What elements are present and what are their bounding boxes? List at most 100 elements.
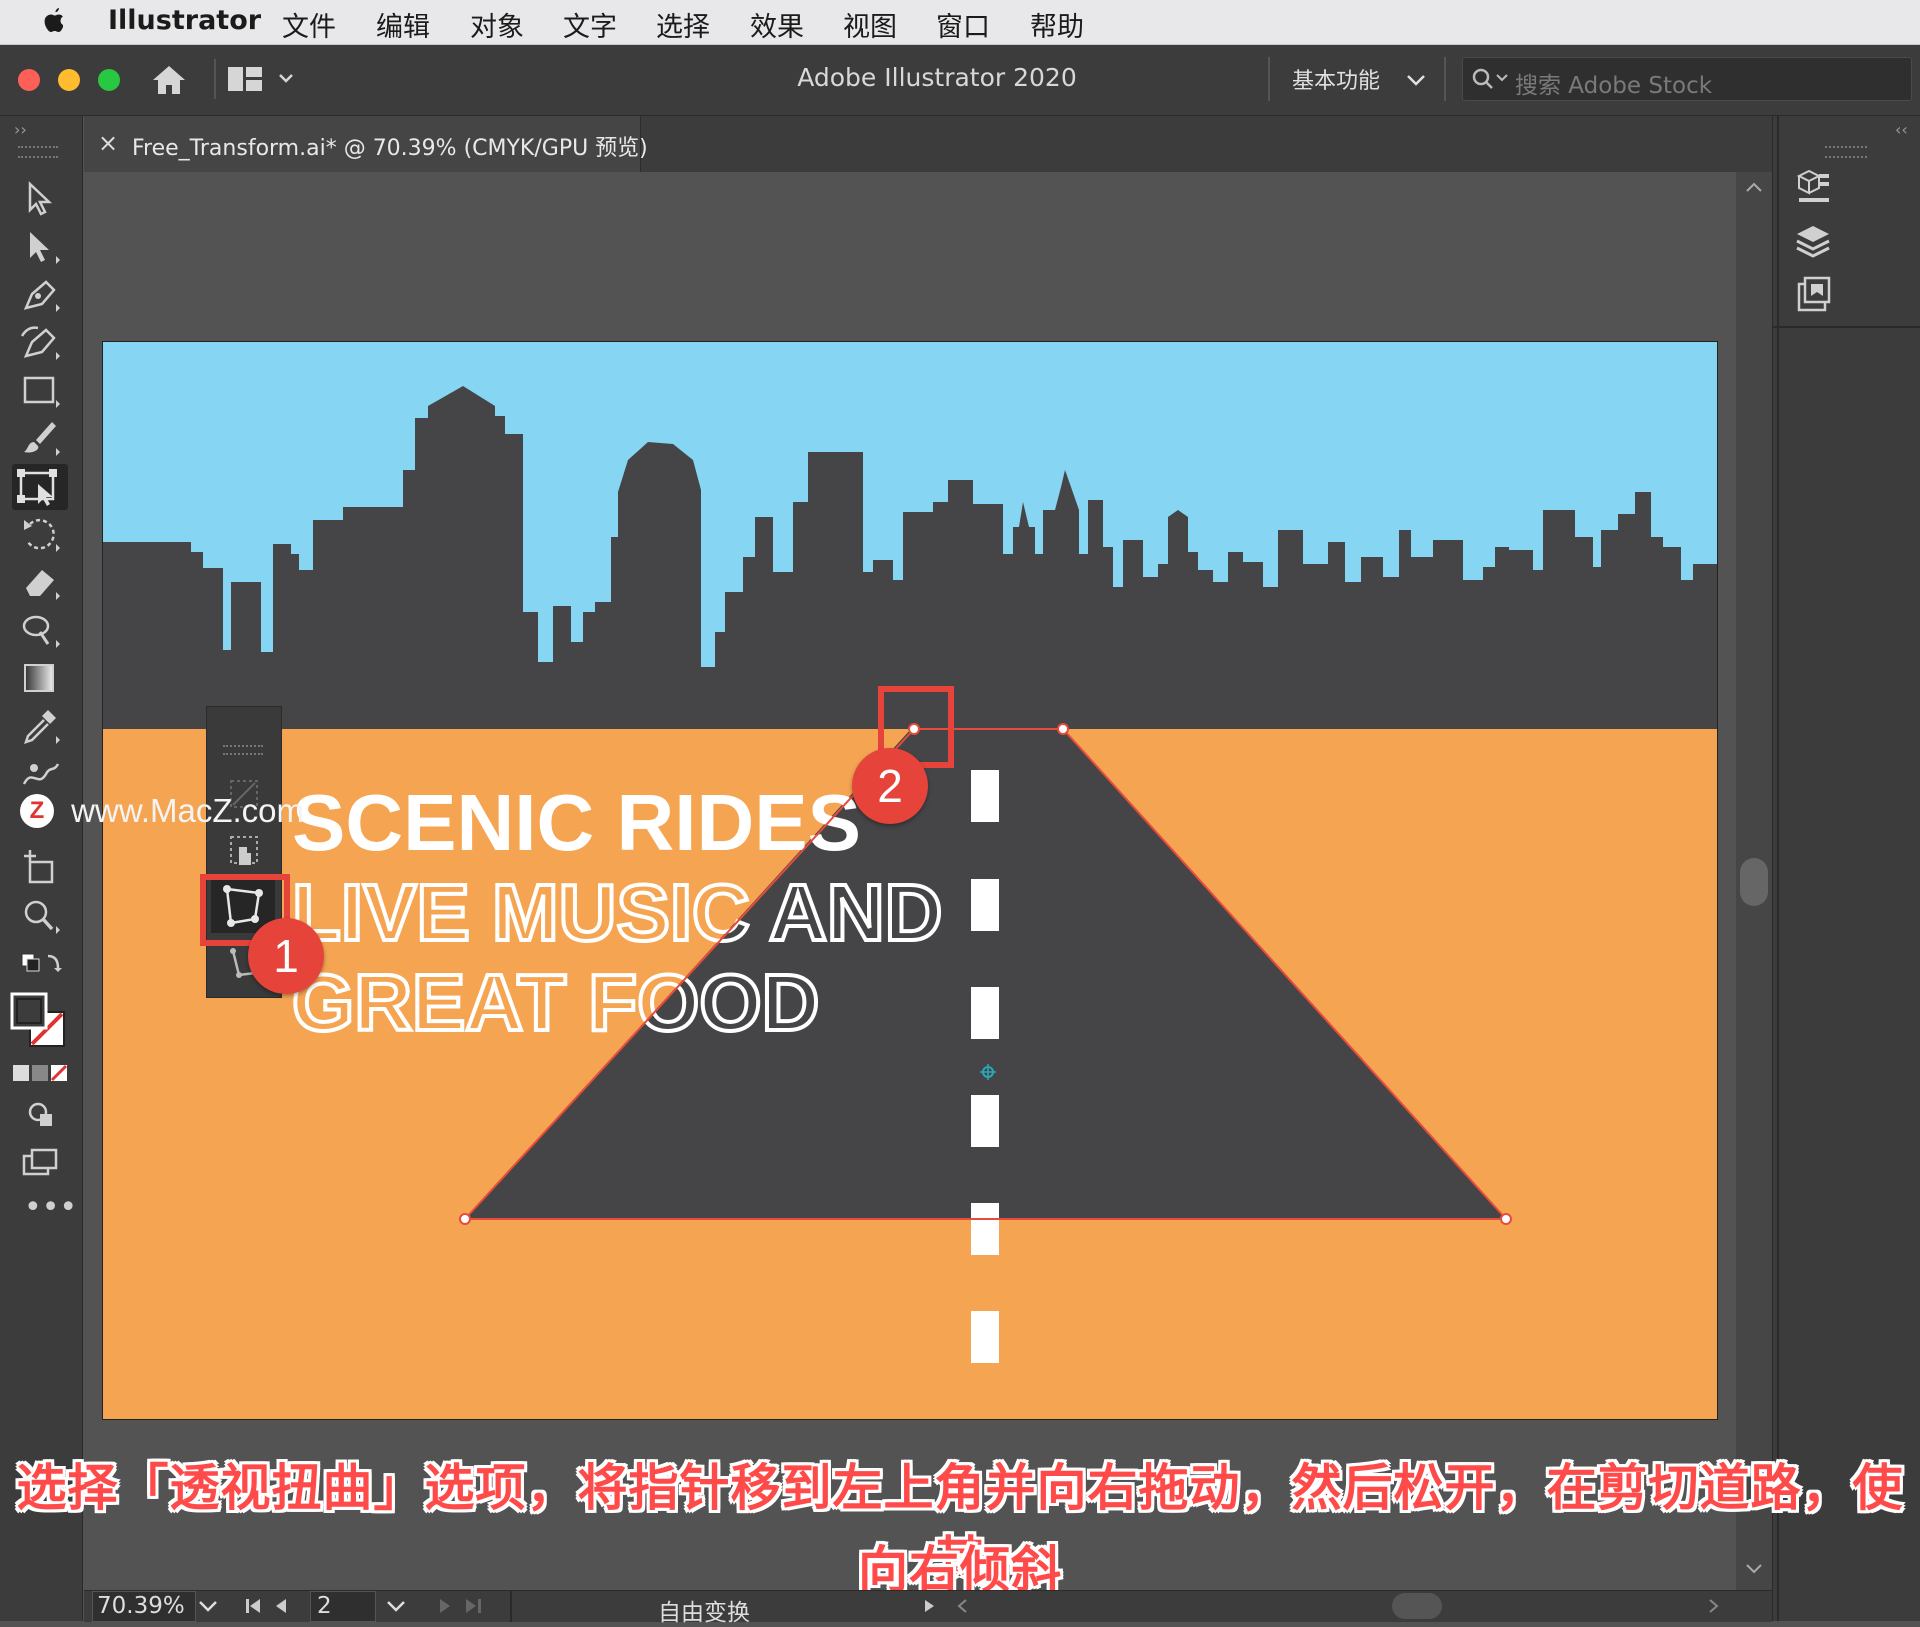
hscroll-right-icon[interactable] [1704, 1597, 1722, 1615]
menu-edit[interactable]: 编辑 [376, 5, 430, 44]
fill-stroke-icon [10, 992, 65, 1047]
pen-tool[interactable] [18, 274, 64, 314]
puppet-warp-tool[interactable] [18, 754, 64, 794]
menu-window[interactable]: 窗口 [936, 5, 990, 44]
collapse-panels-icon[interactable]: ‹‹ [1895, 120, 1908, 139]
document-tab-label: Free_Transform.ai* @ 70.39% (CMYK/GPU 预览… [132, 136, 648, 161]
selection-icon [28, 181, 53, 216]
watermark: Z www.MacZ.com [20, 790, 304, 830]
watermark-text: www.MacZ.com [71, 792, 305, 830]
apple-icon[interactable] [40, 6, 68, 36]
horizontal-scroll-thumb[interactable] [1392, 1593, 1442, 1619]
menu-file[interactable]: 文件 [282, 5, 336, 44]
artboard-dropdown-icon[interactable] [384, 1597, 408, 1615]
rotate-tool[interactable] [18, 514, 64, 554]
fill-stroke-swatches[interactable] [10, 992, 70, 1050]
eyedropper-tool[interactable] [18, 706, 64, 746]
menu-effect[interactable]: 效果 [750, 5, 804, 44]
screen-mode-icon [22, 1148, 58, 1176]
eraser-tool[interactable] [18, 562, 64, 602]
zoom-tool[interactable] [18, 896, 64, 936]
eraser-icon [26, 570, 60, 600]
headline-line-1: SCENIC RIDES [292, 778, 861, 867]
artboard-tool[interactable] [18, 848, 64, 888]
menu-bar: Illustrator 文件 编辑 对象 文字 选择 效果 视图 窗口 帮助 [0, 0, 1920, 45]
callout-badge-2: 2 [852, 748, 928, 824]
paintbrush-tool[interactable] [18, 418, 64, 458]
stock-search-placeholder: 搜索 Adobe Stock [1515, 73, 1713, 99]
gradient-tool[interactable] [18, 658, 64, 698]
rotate-icon [24, 518, 60, 552]
layers-icon[interactable] [1793, 220, 1833, 260]
hscroll-left-icon[interactable] [954, 1597, 972, 1615]
color-gradient-none-icon [13, 1064, 68, 1082]
free-transform-icon [17, 469, 57, 506]
rectangle-icon [23, 376, 60, 408]
menu-type[interactable]: 文字 [563, 5, 617, 44]
gradient-icon [24, 664, 54, 692]
artboards-panel-icon[interactable] [1793, 274, 1833, 314]
toolbar-grip[interactable] [18, 146, 58, 158]
curvature-tool[interactable] [18, 322, 64, 362]
stock-search-field[interactable]: 搜索 Adobe Stock [1462, 57, 1912, 101]
paintbrush-icon [24, 422, 60, 456]
selection-tool[interactable] [18, 178, 64, 218]
artboard[interactable]: SCENIC RIDES LIVE MUSIC AND GREAT FOOD [102, 341, 1718, 1420]
libraries-icon[interactable] [1793, 166, 1833, 206]
puppet-warp-icon [22, 763, 60, 785]
close-tab-icon[interactable]: × [98, 129, 118, 157]
app-title-bar: Adobe Illustrator 2020 基本功能 搜索 Adobe Sto… [0, 45, 1920, 116]
lasso-icon [22, 615, 60, 648]
current-tool-status: 自由变换 [658, 1600, 750, 1626]
panel-grip[interactable] [1825, 146, 1867, 158]
status-menu-icon[interactable] [920, 1597, 938, 1615]
handle-top-right[interactable] [1057, 723, 1069, 735]
callout-badge-1: 1 [248, 918, 324, 994]
eyedropper-icon [24, 710, 60, 744]
free-transform-sub-icon[interactable] [225, 831, 263, 869]
menu-help[interactable]: 帮助 [1030, 5, 1084, 44]
artboard-icon [24, 850, 54, 884]
edit-toolbar-icon[interactable]: ••• [24, 1193, 77, 1223]
artboard-number-value: 2 [317, 1593, 332, 1619]
direct-selection-tool[interactable] [18, 226, 64, 266]
pen-icon [23, 280, 60, 312]
vertical-scroll-thumb[interactable] [1740, 858, 1768, 906]
direct-selection-icon [30, 232, 60, 264]
search-icon [1472, 68, 1508, 89]
workspace-switcher[interactable]: 基本功能 [1292, 63, 1427, 95]
free-transform-tool-active[interactable] [12, 464, 68, 510]
zoom-icon [24, 900, 60, 934]
widget-grip[interactable] [223, 745, 263, 755]
document-tab[interactable]: × Free_Transform.ai* @ 70.39% (CMYK/GPU … [84, 116, 648, 172]
menu-select[interactable]: 选择 [656, 5, 710, 44]
scroll-up-icon[interactable] [1744, 180, 1764, 194]
collapse-toolbar-icon[interactable]: ›› [14, 120, 27, 139]
color-mode-buttons[interactable] [12, 1062, 68, 1084]
screen-mode-tool[interactable] [18, 1142, 64, 1182]
drawing-mode-tool[interactable] [18, 1094, 64, 1134]
handle-bottom-right[interactable] [1500, 1213, 1512, 1225]
chevron-down-icon [1407, 75, 1425, 86]
zoom-dropdown-icon[interactable] [196, 1597, 220, 1615]
curvature-icon [20, 326, 60, 360]
app-menu[interactable]: Illustrator [108, 5, 261, 36]
macz-logo-icon: Z [20, 794, 54, 829]
swap-colors-icon [21, 953, 62, 972]
menu-object[interactable]: 对象 [470, 5, 524, 44]
artwork: SCENIC RIDES LIVE MUSIC AND GREAT FOOD [103, 342, 1717, 1419]
swap-fill-stroke[interactable] [18, 948, 64, 988]
tools-panel: ›› ••• [0, 116, 83, 1621]
lasso-zoom-tool[interactable] [18, 610, 64, 650]
handle-bottom-left[interactable] [459, 1213, 471, 1225]
workspace-label: 基本功能 [1292, 69, 1381, 94]
next-last-artboard-icon[interactable] [432, 1595, 492, 1617]
artboard-number-field[interactable]: 2 [310, 1591, 376, 1622]
menu-view[interactable]: 视图 [843, 5, 897, 44]
first-prev-artboard-icon[interactable] [242, 1595, 302, 1617]
vertical-scrollbar[interactable] [1736, 172, 1772, 1590]
rectangle-tool[interactable] [18, 370, 64, 410]
status-bar: 70.39% 2 自由变换 [84, 1590, 1772, 1626]
zoom-level-field[interactable]: 70.39% [92, 1591, 196, 1622]
zoom-level-value: 70.39% [97, 1593, 185, 1619]
